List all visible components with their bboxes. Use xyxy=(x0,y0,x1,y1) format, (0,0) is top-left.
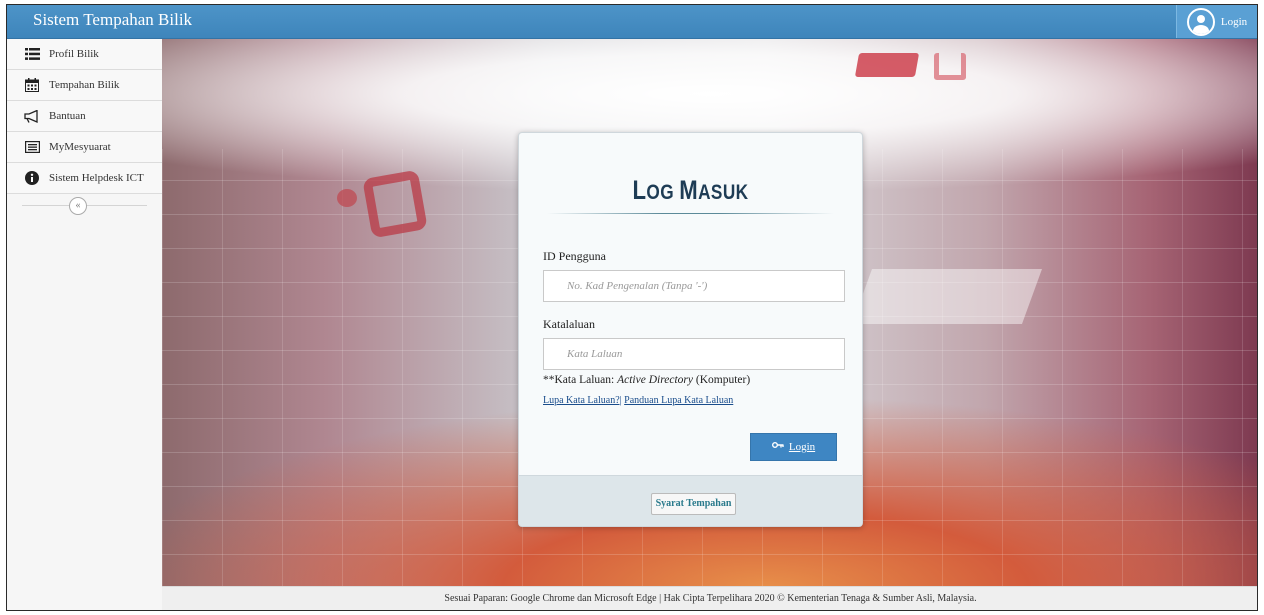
password-label: Katalaluan xyxy=(543,317,595,331)
app-window: Sistem Tempahan Bilik Login Profil Bilik… xyxy=(6,4,1258,611)
password-input[interactable] xyxy=(543,338,845,370)
header-login-button[interactable]: Login xyxy=(1176,5,1257,38)
login-card: LOG MASUK ID Pengguna Katalaluan **Kata … xyxy=(518,132,863,527)
sidebar-item-label: Sistem Helpdesk ICT xyxy=(49,172,144,184)
background-decoration xyxy=(934,53,966,80)
background-decoration xyxy=(851,269,1043,324)
forgot-password-link[interactable]: Lupa Kata Laluan?| xyxy=(543,395,622,406)
list-icon xyxy=(24,47,40,61)
sidebar-item-profil-bilik[interactable]: Profil Bilik xyxy=(7,39,162,70)
sidebar-item-label: Profil Bilik xyxy=(49,48,99,60)
megaphone-icon xyxy=(24,109,40,123)
document-list-icon xyxy=(24,140,40,154)
key-icon xyxy=(771,441,784,454)
sidebar-item-label: Bantuan xyxy=(49,110,86,122)
sidebar-item-bantuan[interactable]: Bantuan xyxy=(7,101,162,132)
sidebar-item-mymesyuarat[interactable]: MyMesyuarat xyxy=(7,132,162,163)
user-id-input[interactable] xyxy=(543,270,845,302)
sidebar-collapse: « xyxy=(7,194,162,218)
login-button-label: Login xyxy=(788,441,816,453)
sidebar-item-label: Tempahan Bilik xyxy=(49,79,120,91)
info-icon xyxy=(24,171,40,185)
top-bar: Sistem Tempahan Bilik Login xyxy=(7,5,1257,39)
login-button[interactable]: Login xyxy=(750,433,837,461)
sidebar-item-helpdesk[interactable]: Sistem Helpdesk ICT xyxy=(7,163,162,194)
user-avatar-icon xyxy=(1186,7,1215,36)
help-links: Lupa Kata Laluan?| Panduan Lupa Kata Lal… xyxy=(543,395,733,406)
page-footer: Sesuai Paparan: Google Chrome dan Micros… xyxy=(162,586,1257,610)
card-footer: Syarat Tempahan xyxy=(519,475,862,526)
sidebar-item-label: MyMesyuarat xyxy=(49,141,111,153)
collapse-sidebar-button[interactable]: « xyxy=(69,197,87,215)
sidebar-item-tempahan-bilik[interactable]: Tempahan Bilik xyxy=(7,70,162,101)
forgot-password-guide-link[interactable]: Panduan Lupa Kata Laluan xyxy=(624,395,733,406)
background-decoration xyxy=(854,53,920,77)
login-title: LOG MASUK xyxy=(632,175,749,205)
password-note: **Kata Laluan: Active Directory (Kompute… xyxy=(543,374,751,386)
calendar-icon xyxy=(24,78,40,92)
sidebar: Profil Bilik Tempahan Bilik Bantuan MyMe… xyxy=(7,39,163,610)
header-login-label: Login xyxy=(1220,15,1248,28)
app-title: Sistem Tempahan Bilik xyxy=(33,10,193,29)
title-divider xyxy=(547,213,834,214)
user-id-label: ID Pengguna xyxy=(543,249,606,263)
background-decoration xyxy=(337,189,357,207)
background-decoration xyxy=(362,169,428,239)
booking-terms-button[interactable]: Syarat Tempahan xyxy=(651,493,736,515)
